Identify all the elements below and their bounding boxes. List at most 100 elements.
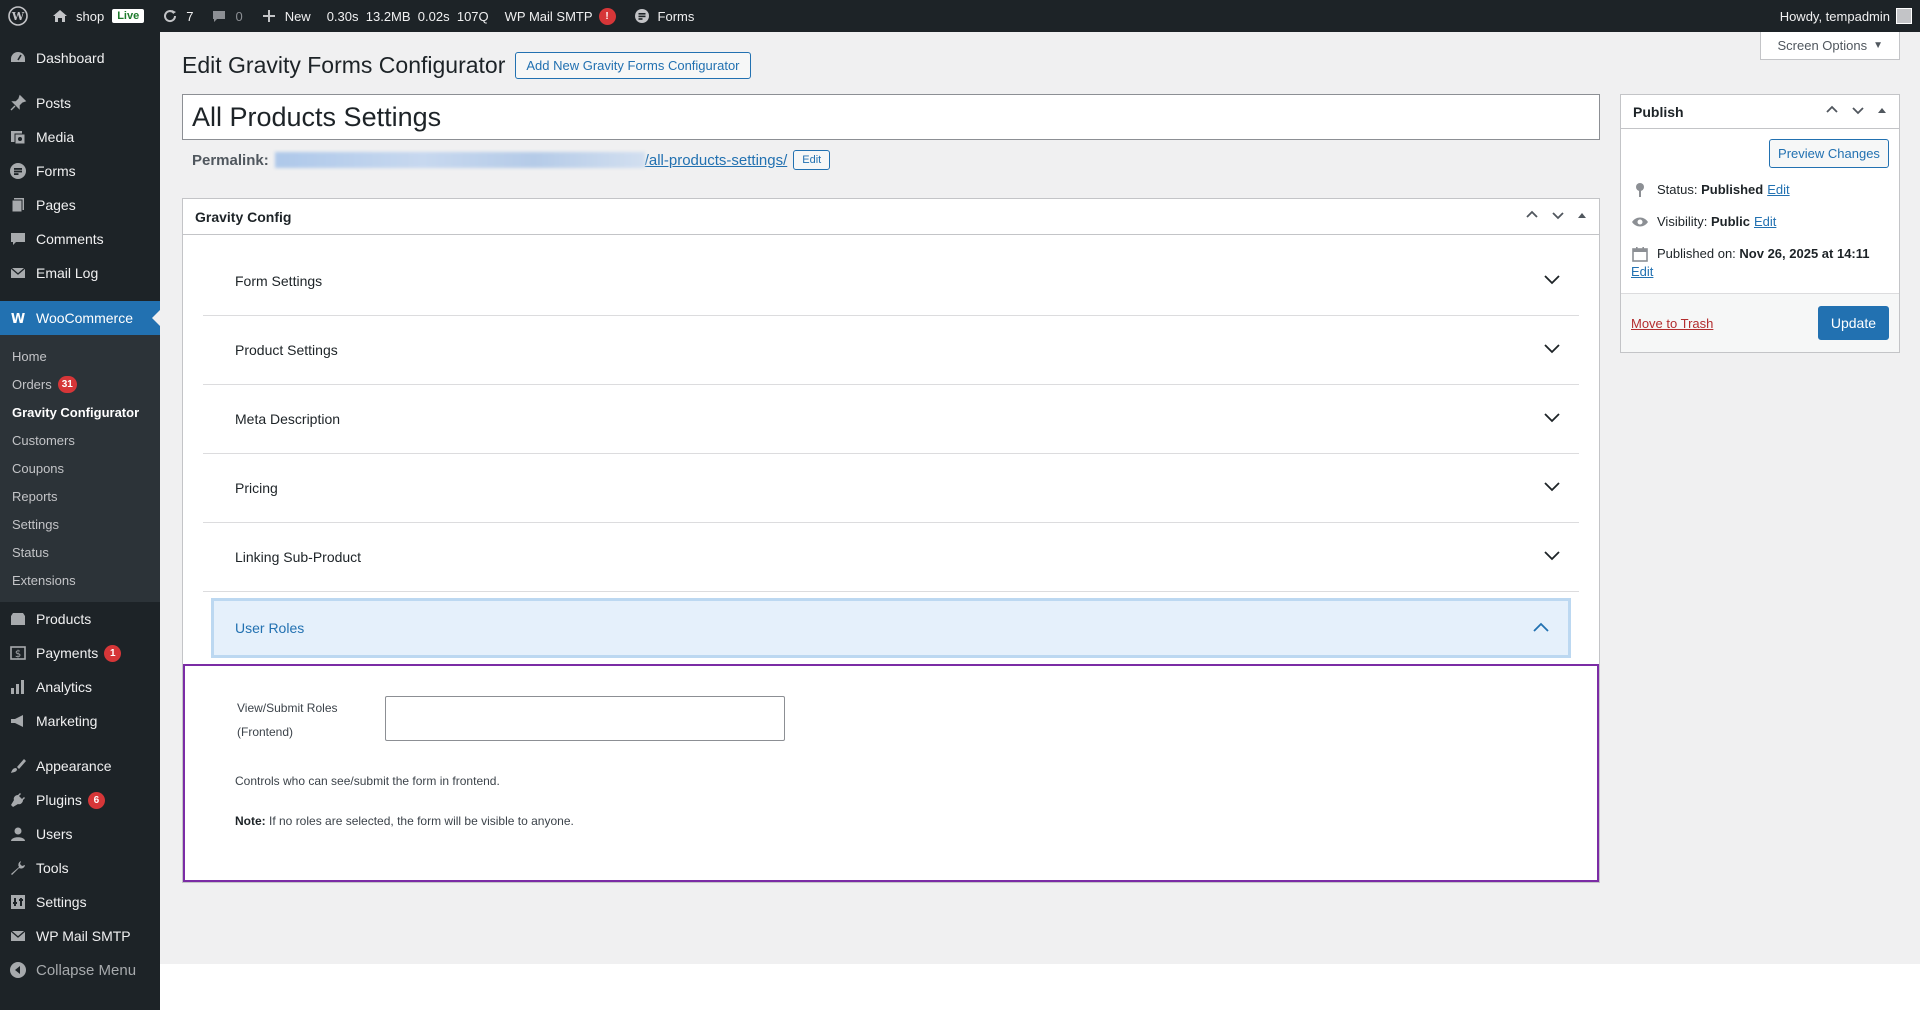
menu-payments[interactable]: $ Payments 1 [0,636,160,670]
section-form-settings[interactable]: Form Settings [203,247,1579,316]
visibility-edit-link[interactable]: Edit [1754,212,1776,232]
move-up-icon[interactable] [1825,103,1839,120]
menu-tools[interactable]: Tools [0,851,160,885]
visibility-value: Public [1710,214,1750,229]
section-label: Product Settings [235,342,338,358]
updates-link[interactable]: 7 [152,0,201,32]
permalink-link[interactable]: /all-products-settings/ [645,152,788,169]
publish-title: Publish [1633,103,1684,120]
menu-appearance[interactable]: Appearance [0,749,160,783]
view-submit-roles-select[interactable] [385,696,785,741]
submenu-extensions[interactable]: Extensions [0,566,160,594]
move-up-icon[interactable] [1525,208,1539,225]
smtp-label: WP Mail SMTP [504,8,593,24]
menu-products[interactable]: Products [0,602,160,636]
view-submit-roles-field: View/Submit Roles (Frontend) [235,696,1547,744]
permalink-edit-button[interactable]: Edit [793,150,831,170]
label-line: (Frontend) [237,725,294,739]
screen-options-button[interactable]: Screen Options ▼ [1760,32,1900,60]
menu-woocommerce[interactable]: W WooCommerce [0,301,160,335]
user-icon [8,824,28,844]
submenu-customers[interactable]: Customers [0,426,160,454]
menu-label: Forms [36,163,76,179]
permalink-base-blurred [274,152,645,168]
main-content: Screen Options ▼ Edit Gravity Forms Conf… [160,32,1920,1010]
toggle-panel-icon[interactable] [1877,104,1887,119]
visibility-label: Visibility: [1657,214,1708,229]
plugins-count-badge: 6 [87,791,105,809]
section-pricing[interactable]: Pricing [203,454,1579,523]
permalink-row: Permalink: /all-products-settings/ Edit [192,150,831,170]
perf-time: 0.30s [326,8,359,24]
svg-text:W: W [11,10,25,23]
wp-mail-smtp-link[interactable]: WP Mail SMTP ! [497,0,624,32]
submenu-home[interactable]: Home [0,342,160,370]
dollar-icon: $ [8,643,28,663]
comments-link[interactable]: 0 [201,0,250,32]
menu-label: Email Log [36,265,99,281]
menu-settings[interactable]: Settings [0,885,160,919]
section-product-settings[interactable]: Product Settings [203,316,1579,385]
menu-posts[interactable]: Posts [0,86,160,120]
menu-label: Payments [36,645,99,661]
menu-email-log[interactable]: Email Log [0,256,160,290]
live-badge: Live [112,9,145,23]
submenu-coupons[interactable]: Coupons [0,454,160,482]
section-user-roles[interactable]: User Roles [211,598,1571,658]
menu-comments[interactable]: Comments [0,222,160,256]
menu-forms[interactable]: Forms [0,154,160,188]
section-linking-sub-product[interactable]: Linking Sub-Product [203,523,1579,592]
refresh-icon [160,6,180,26]
menu-analytics[interactable]: Analytics [0,670,160,704]
submenu-gravity-configurator[interactable]: Gravity Configurator [0,398,160,426]
submenu-status[interactable]: Status [0,538,160,566]
wordpress-logo[interactable]: W [0,0,42,32]
pin-icon [1631,182,1649,198]
status-edit-link[interactable]: Edit [1767,180,1789,200]
menu-marketing[interactable]: Marketing [0,704,160,738]
caret-down-icon: ▼ [1873,40,1883,51]
forms-link[interactable]: Forms [624,0,703,32]
post-title-input[interactable]: All Products Settings [182,94,1600,140]
menu-label: Tools [36,860,69,876]
svg-text:$: $ [15,649,21,660]
published-on-edit-link[interactable]: Edit [1631,264,1889,279]
site-name-link[interactable]: shop Live [42,0,152,32]
woocommerce-icon: W [8,308,28,328]
collapse-menu-button[interactable]: Collapse Menu [0,953,160,987]
submenu-orders[interactable]: Orders 31 [0,370,160,398]
preview-changes-button[interactable]: Preview Changes [1769,139,1889,168]
page-title: Edit Gravity Forms Configurator [182,52,506,78]
comments-count: 0 [235,8,243,24]
my-account-link[interactable]: Howdy, tempadmin [1772,0,1920,32]
menu-pages[interactable]: Pages [0,188,160,222]
menu-plugins[interactable]: Plugins 6 [0,783,160,817]
add-new-button[interactable]: Add New Gravity Forms Configurator [515,52,751,79]
paintbrush-icon [8,756,28,776]
update-button[interactable]: Update [1817,306,1889,340]
menu-label: Dashboard [36,50,105,66]
toggle-panel-icon[interactable] [1577,209,1587,224]
section-label: User Roles [235,620,305,636]
user-roles-help-text: Controls who can see/submit the form in … [235,774,500,788]
submenu-reports[interactable]: Reports [0,482,160,510]
menu-dashboard[interactable]: Dashboard [0,41,160,75]
move-down-icon[interactable] [1851,103,1865,120]
section-meta-description[interactable]: Meta Description [203,385,1579,454]
new-label: New [284,8,311,24]
query-monitor-link[interactable]: 0.30s 13.2MB 0.02s 107Q [319,0,497,32]
menu-wp-mail-smtp[interactable]: WP Mail SMTP [0,919,160,953]
menu-label: Posts [36,95,72,111]
smtp-alert-badge: ! [598,7,616,25]
move-down-icon[interactable] [1551,208,1565,225]
move-to-trash-link[interactable]: Move to Trash [1631,316,1713,331]
plug-icon [8,790,28,810]
submenu-settings[interactable]: Settings [0,510,160,538]
menu-label: Products [36,611,92,627]
new-content-link[interactable]: New [251,0,319,32]
menu-users[interactable]: Users [0,817,160,851]
permalink-label: Permalink: [192,151,269,169]
publish-postbox: Publish Preview Changes Status: Publishe… [1620,94,1900,353]
eye-icon [1631,216,1649,228]
menu-media[interactable]: Media [0,120,160,154]
